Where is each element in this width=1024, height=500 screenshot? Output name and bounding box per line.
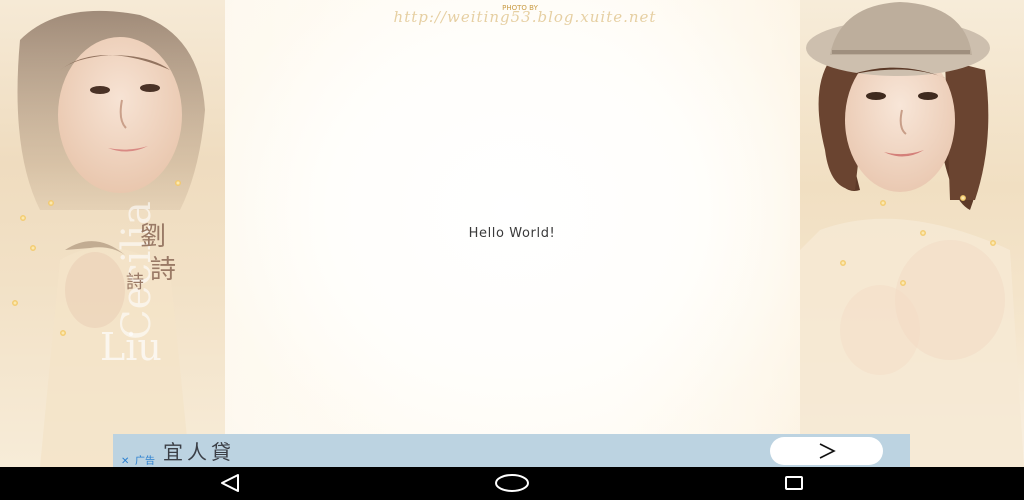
home-circle-icon (495, 474, 529, 492)
ad-tag-label: 广告 (135, 456, 155, 467)
hello-world-text: Hello World! (468, 226, 556, 241)
sparkle (30, 245, 36, 251)
sparkle (840, 260, 846, 266)
sparkle (880, 200, 886, 206)
back-triangle-icon (221, 474, 239, 492)
sparkle (960, 195, 966, 201)
app-screen: http://weiting53.blog.xuite.net PHOTO BY (0, 0, 1024, 467)
right-portrait-illustration (800, 2, 1024, 467)
svg-text:詩: 詩 (150, 255, 176, 285)
ad-banner[interactable]: 宜人貸 ✕ 广告 (113, 434, 910, 467)
wallpaper-right-portrait (800, 0, 1024, 467)
sparkle (20, 215, 26, 221)
sparkle (12, 300, 18, 306)
sparkle (175, 180, 181, 186)
chevron-right-icon (819, 443, 836, 459)
wallpaper-left-portrait: Cecilia Liu 劉 詩 詩 (0, 0, 225, 467)
svg-text:詩: 詩 (126, 272, 144, 293)
sparkle (920, 230, 926, 236)
sparkle (990, 240, 996, 246)
sparkle (48, 200, 54, 206)
ad-close-icon[interactable]: ✕ (121, 456, 129, 467)
sparkle (900, 280, 906, 286)
left-portrait-illustration: Cecilia Liu 劉 詩 詩 (17, 10, 205, 467)
recents-square-icon (785, 476, 803, 490)
ad-title[interactable]: 宜人貸 (163, 436, 235, 465)
wallpaper-credit: PHOTO BY (502, 4, 538, 12)
nav-back-button[interactable] (210, 471, 250, 495)
nav-home-button[interactable] (492, 471, 532, 495)
ad-cta-button[interactable] (770, 437, 883, 465)
svg-text:Liu: Liu (100, 325, 162, 369)
svg-text:劉: 劉 (140, 222, 166, 252)
system-nav-bar (0, 467, 1024, 500)
nav-recents-button[interactable] (774, 471, 814, 495)
sparkle (60, 330, 66, 336)
